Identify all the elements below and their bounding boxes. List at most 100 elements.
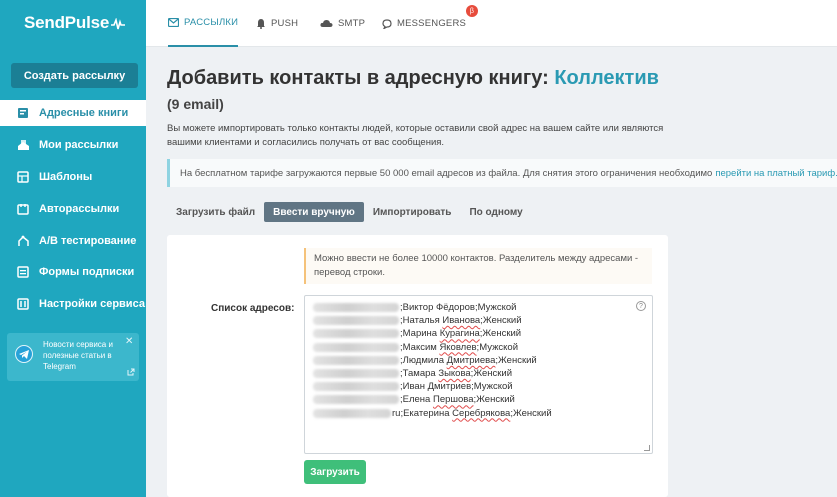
address-line: ; Наталья Иванова; Женский (313, 314, 552, 327)
last-name: Серебрякова (452, 407, 511, 419)
mail-icon (168, 18, 179, 27)
sidebar-item-templates[interactable]: Шаблоны (0, 164, 146, 190)
address-list-label: Список адресов: (211, 303, 295, 314)
last-name: Фёдоров (436, 302, 475, 313)
settings-icon (16, 297, 30, 311)
bell-icon (257, 19, 265, 29)
tariff-notice: На бесплатном тарифе загружаются первые … (167, 159, 837, 187)
blurred-email (313, 329, 399, 339)
chat-icon (382, 18, 392, 29)
address-line: ; Елена Першова; Женский (313, 393, 552, 406)
sidebar-item-label: Адресные книги (39, 107, 129, 119)
tab-push[interactable]: PUSH (256, 0, 298, 47)
tab-smtp[interactable]: SMTP (320, 0, 365, 47)
tab-upload-file[interactable]: Загрузить файл (167, 202, 264, 222)
last-name: Зыкова (438, 368, 471, 380)
first-name: Тамара (402, 368, 436, 380)
tab-label: MESSENGERS (397, 18, 467, 29)
gender: Женский (482, 328, 522, 340)
sidebar-item-campaigns[interactable]: Мои рассылки (0, 132, 146, 158)
tab-manual-entry[interactable]: Ввести вручную (264, 202, 364, 222)
blurred-email (313, 369, 399, 379)
sidebar-item-label: Шаблоны (39, 171, 93, 183)
main-content: Добавить контакты в адресную книгу: Колл… (146, 48, 837, 497)
sidebar-item-address-books[interactable]: Адресные книги (0, 100, 146, 126)
sidebar-item-label: Мои рассылки (39, 139, 119, 151)
tab-import[interactable]: Импортировать (364, 202, 461, 222)
sidebar-item-label: Авторассылки (39, 203, 120, 215)
tab-label: PUSH (271, 18, 299, 29)
gender: Мужской (479, 341, 519, 353)
first-name: Наталья (402, 315, 440, 327)
external-link-icon[interactable] (127, 368, 135, 376)
telegram-card-text: Новости сервиса и полезные статьи в Tele… (43, 340, 113, 371)
sidebar-item-automation[interactable]: Авторассылки (0, 196, 146, 222)
first-name: Елена (402, 394, 431, 406)
resize-handle[interactable] (644, 445, 650, 451)
sidebar-item-label: A/B тестирование (39, 235, 137, 247)
top-navigation: РАССЫЛКИ PUSH SMTP MESSENGERS β (146, 0, 837, 47)
paid-tariff-link[interactable]: перейти на платный тариф. (715, 168, 837, 179)
gender: Женский (473, 368, 513, 380)
address-line: ; Людмила Дмитриева; Женский (313, 354, 552, 367)
sidebar: SendPulse Создать рассылку Адресные книг… (0, 0, 146, 497)
telegram-news-card[interactable]: Новости сервиса и полезные статьи в Tele… (7, 333, 139, 381)
first-name: Максим (402, 341, 437, 353)
gender: Мужской (477, 302, 517, 313)
last-name: Дмитриев (427, 381, 472, 393)
sidebar-item-settings[interactable]: Настройки сервиса (0, 291, 146, 317)
campaigns-icon (16, 138, 30, 152)
address-lines: ; Виктор Фёдоров; Мужской; Наталья Иванова;… (313, 301, 552, 420)
ab-test-icon (16, 234, 30, 248)
first-name: Иван (402, 381, 425, 393)
automation-icon (16, 202, 30, 216)
blurred-email (313, 342, 399, 352)
notice-text: На бесплатном тарифе загружаются первые … (180, 167, 713, 179)
import-description: Вы можете импортировать только контакты … (167, 123, 664, 148)
manual-entry-card: Можно ввести не более 10000 контактов. Р… (167, 235, 668, 497)
import-method-tabs: Загрузить файл Ввести вручную Импортиров… (167, 202, 532, 222)
beta-badge: β (466, 5, 479, 17)
last-name: Першова (432, 394, 474, 406)
blurred-email (313, 303, 399, 312)
tab-label: РАССЫЛКИ (184, 17, 239, 28)
gender: Женский (512, 407, 552, 419)
close-icon[interactable]: ✕ (125, 336, 133, 347)
address-line: ru; Екатерина Серебрякова; Женский (313, 407, 552, 420)
address-book-name[interactable]: Коллектив (554, 67, 659, 89)
first-name: Марина (402, 328, 438, 340)
sidebar-item-forms[interactable]: Формы подписки (0, 259, 146, 285)
address-line: ; Максим Яковлев; Мужской (313, 341, 552, 354)
sidebar-item-label: Формы подписки (39, 266, 135, 278)
sidebar-item-label: Настройки сервиса (39, 298, 145, 310)
address-list-textarea[interactable]: ? ; Виктор Фёдоров; Мужской; Наталья Иванов… (304, 295, 653, 454)
last-name: Иванова (442, 315, 481, 327)
last-name: Яковлев (439, 341, 477, 353)
upload-button[interactable]: Загрузить (304, 460, 366, 484)
sidebar-item-ab-test[interactable]: A/B тестирование (0, 228, 146, 254)
limit-warning: Можно ввести не более 10000 контактов. Р… (304, 248, 652, 284)
email-tail: ru (392, 407, 401, 419)
tab-one-by-one[interactable]: По одному (460, 202, 531, 222)
first-name: Людмила (402, 354, 444, 366)
blurred-email (313, 395, 399, 405)
page-title: Добавить контакты в адресную книгу: Колл… (167, 67, 659, 90)
blurred-email (313, 382, 399, 392)
create-campaign-button[interactable]: Создать рассылку (11, 63, 138, 88)
tab-messengers[interactable]: MESSENGERS β (382, 0, 479, 47)
gender: Мужской (473, 381, 513, 393)
last-name: Дмитриева (446, 354, 496, 366)
gender: Женский (476, 394, 515, 406)
gender: Женский (482, 315, 522, 327)
first-name: Виктор (402, 302, 434, 313)
pulse-icon (111, 17, 126, 29)
address-line: ; Тамара Зыкова; Женский (313, 367, 552, 380)
help-icon[interactable]: ? (636, 301, 646, 311)
gender: Женский (498, 354, 537, 366)
page-title-text: Добавить контакты в адресную книгу: (167, 67, 549, 89)
address-line: ; Виктор Фёдоров; Мужской (313, 301, 552, 314)
tab-campaigns[interactable]: РАССЫЛКИ (168, 0, 239, 47)
blurred-email (313, 316, 399, 326)
sendpulse-logo[interactable]: SendPulse (24, 13, 126, 33)
tab-label: SMTP (338, 18, 366, 29)
